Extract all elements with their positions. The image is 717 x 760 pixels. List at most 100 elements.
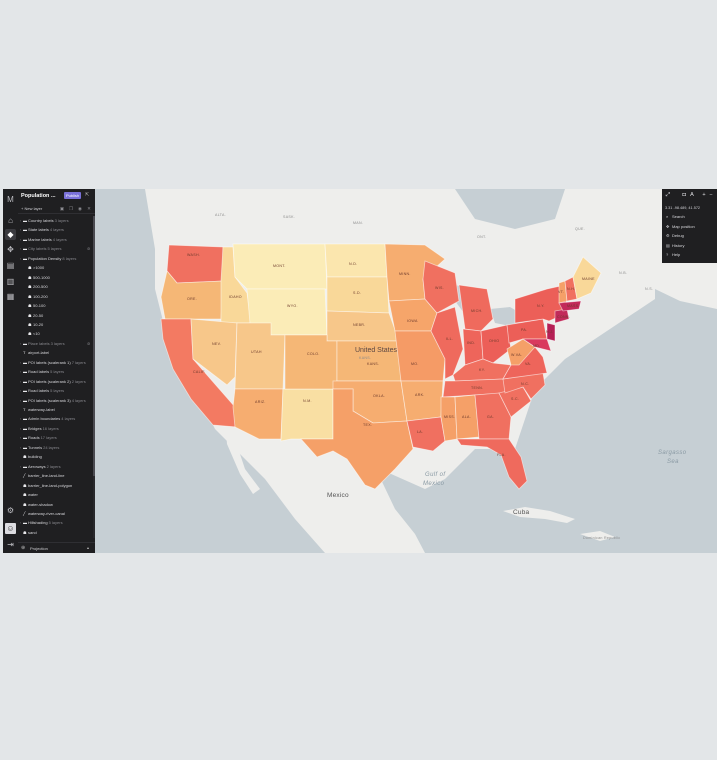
layer-label: 50-100 bbox=[33, 303, 46, 309]
page-icon[interactable]: ▦ bbox=[5, 291, 16, 302]
state-ark[interactable] bbox=[400, 380, 444, 422]
controls-menu-item[interactable]: ▤ History bbox=[666, 241, 684, 250]
layer-label: waterway-label bbox=[28, 407, 55, 412]
state-colo[interactable] bbox=[284, 334, 338, 390]
zoom-in-icon[interactable]: + bbox=[701, 192, 707, 198]
layer-label: sand bbox=[28, 529, 37, 535]
layer-row[interactable]: › ▬Admin boundaries4 layers bbox=[20, 414, 75, 423]
state-label: S.C. bbox=[511, 397, 520, 401]
layer-label: Tunnels bbox=[28, 444, 43, 450]
state-ariz[interactable] bbox=[232, 388, 284, 440]
home-icon[interactable]: ⌂ bbox=[5, 215, 16, 226]
layer-row[interactable]: ☗barrier_line-land-polygon bbox=[20, 481, 72, 490]
layers-icon[interactable]: ✥ bbox=[5, 244, 16, 255]
layer-row[interactable]: ☗<10 bbox=[25, 329, 40, 338]
layer-row[interactable]: ☗50-100 bbox=[25, 301, 45, 310]
exit-icon[interactable]: ⇥ bbox=[5, 539, 16, 550]
new-layer-button[interactable]: + New layer bbox=[21, 205, 42, 212]
state-label: MO. bbox=[411, 362, 419, 366]
state-sd[interactable] bbox=[326, 276, 390, 314]
layer-row[interactable]: ☗100-200 bbox=[25, 292, 48, 301]
layer-row[interactable]: ☗500-1000 bbox=[25, 273, 50, 282]
layer-row[interactable]: › ▬Country labels3 layers bbox=[20, 216, 69, 225]
layer-row[interactable]: ☗water bbox=[20, 490, 38, 499]
layer-row[interactable]: ☗200-500 bbox=[25, 282, 48, 291]
layer-row[interactable]: › ▬Population Density8 layers bbox=[20, 254, 76, 263]
state-label: WYO. bbox=[287, 304, 298, 308]
style-icon[interactable]: ◆ bbox=[5, 229, 16, 240]
layer-label: barrier_line-land-line bbox=[28, 473, 65, 479]
controls-menu-item[interactable]: ⌕ Search bbox=[666, 212, 685, 221]
layer-row[interactable]: › ▬POI labels (scalerank 3)4 layers bbox=[20, 396, 86, 405]
layer-row[interactable]: › ▬POI labels (scalerank 1)7 layers bbox=[20, 358, 86, 367]
state-fla[interactable] bbox=[456, 438, 528, 490]
state-label: MONT. bbox=[273, 264, 286, 268]
duplicate-icon[interactable]: ❐ bbox=[68, 205, 74, 212]
map-place-label: SASK. bbox=[283, 215, 296, 219]
globe-icon: ⊕ bbox=[21, 545, 26, 551]
data-icon[interactable]: ▤ bbox=[5, 260, 16, 271]
controls-menu-item[interactable]: ? Help bbox=[666, 250, 680, 259]
layer-row[interactable]: ☗10-20 bbox=[25, 320, 43, 329]
chart-icon[interactable]: ▥ bbox=[5, 276, 16, 287]
layer-row[interactable]: Tairport-label bbox=[20, 348, 49, 357]
share-icon[interactable]: ⇱ bbox=[85, 192, 91, 198]
layer-row[interactable]: › ▬POI labels (scalerank 2)2 layers bbox=[20, 377, 86, 386]
state-la[interactable] bbox=[406, 416, 446, 452]
state-label: TENN. bbox=[471, 386, 484, 390]
map-place-label: Dominican Republic bbox=[583, 536, 621, 540]
state-label: KY. bbox=[479, 368, 486, 372]
layer-row[interactable]: › ▬Hillshading5 layers bbox=[20, 518, 63, 527]
zoom-out-icon[interactable]: − bbox=[708, 192, 714, 198]
layer-row[interactable]: › ▬Aeroways2 layers bbox=[20, 462, 61, 471]
layer-count: 24 layers bbox=[43, 444, 60, 450]
user-avatar[interactable]: ☺ bbox=[5, 523, 16, 534]
layer-row[interactable]: ☗>1000 bbox=[25, 263, 44, 272]
text-icon[interactable]: A bbox=[689, 192, 695, 198]
publish-button[interactable]: Publish bbox=[64, 192, 81, 199]
layer-row[interactable]: ☗building bbox=[20, 452, 42, 461]
settings-icon[interactable]: ⚙ bbox=[5, 505, 16, 516]
layer-row[interactable]: › ▬Bridges16 layers bbox=[20, 424, 59, 433]
layer-row[interactable]: › ▬Marine labels4 layers bbox=[20, 235, 67, 244]
map-canvas[interactable]: WASH. ORE. CALIF. IDAHO NEV. MONT. WYO. UTAH ARI… bbox=[95, 189, 717, 553]
state-label: N.Y. bbox=[537, 304, 545, 308]
state-label: MICH. bbox=[471, 309, 483, 313]
layer-row[interactable]: › ▬Road labels5 layers bbox=[20, 367, 64, 376]
layer-row[interactable]: › ▬Tunnels24 layers bbox=[20, 443, 59, 452]
map-title[interactable]: Population ... bbox=[21, 193, 56, 199]
layer-row[interactable]: › ▬Roads17 layers bbox=[20, 433, 57, 442]
layer-row[interactable]: ☗water-shadow bbox=[20, 500, 53, 509]
delete-icon[interactable]: ✕ bbox=[86, 205, 92, 212]
state-mich[interactable] bbox=[458, 284, 494, 332]
add-group-icon[interactable]: ▣ bbox=[59, 205, 65, 212]
hidden-eye-icon[interactable]: ⊘ bbox=[87, 339, 90, 348]
map-icon[interactable]: M bbox=[5, 194, 16, 205]
map-place-label: Mexico bbox=[423, 481, 445, 487]
inspect-icon[interactable]: ◘ bbox=[681, 192, 687, 198]
map-place-label: KANS. bbox=[359, 356, 372, 360]
layer-row[interactable]: ╱ waterway-river-canal bbox=[20, 509, 65, 518]
layer-row[interactable]: ☗20-50 bbox=[25, 311, 43, 320]
state-ohio[interactable] bbox=[480, 324, 512, 364]
projection-row[interactable]: ⊕ Projection ▴ bbox=[18, 542, 95, 553]
layer-label: water bbox=[28, 492, 38, 498]
layer-row[interactable]: ☗sand bbox=[20, 528, 37, 537]
controls-menu-item[interactable]: ✥ Map position bbox=[666, 222, 695, 231]
state-label: IDAHO bbox=[229, 295, 242, 299]
layer-row[interactable]: › ▬City labels5 layers bbox=[20, 244, 61, 253]
layer-row[interactable]: › ▬Road labels5 layers bbox=[20, 386, 64, 395]
layer-label: water-shadow bbox=[28, 501, 53, 507]
layer-row[interactable]: Twaterway-label bbox=[20, 405, 55, 414]
layer-row[interactable]: › ▬State labels4 layers bbox=[20, 225, 64, 234]
visibility-icon[interactable]: ◉ bbox=[77, 205, 83, 212]
map-place-label: Sargasso bbox=[658, 450, 687, 456]
state-nm[interactable] bbox=[280, 388, 334, 442]
layer-row[interactable]: ╱ barrier_line-land-line bbox=[20, 471, 64, 480]
controls-menu-item[interactable]: ⚙ Debug bbox=[666, 231, 684, 240]
fullscreen-icon[interactable]: ⤢ bbox=[665, 192, 671, 198]
state-wash[interactable] bbox=[166, 244, 224, 284]
layer-row[interactable]: › ▬Place labels3 layers bbox=[20, 339, 65, 348]
state-nd[interactable] bbox=[324, 243, 388, 278]
hidden-eye-icon[interactable]: ⊘ bbox=[87, 244, 90, 253]
